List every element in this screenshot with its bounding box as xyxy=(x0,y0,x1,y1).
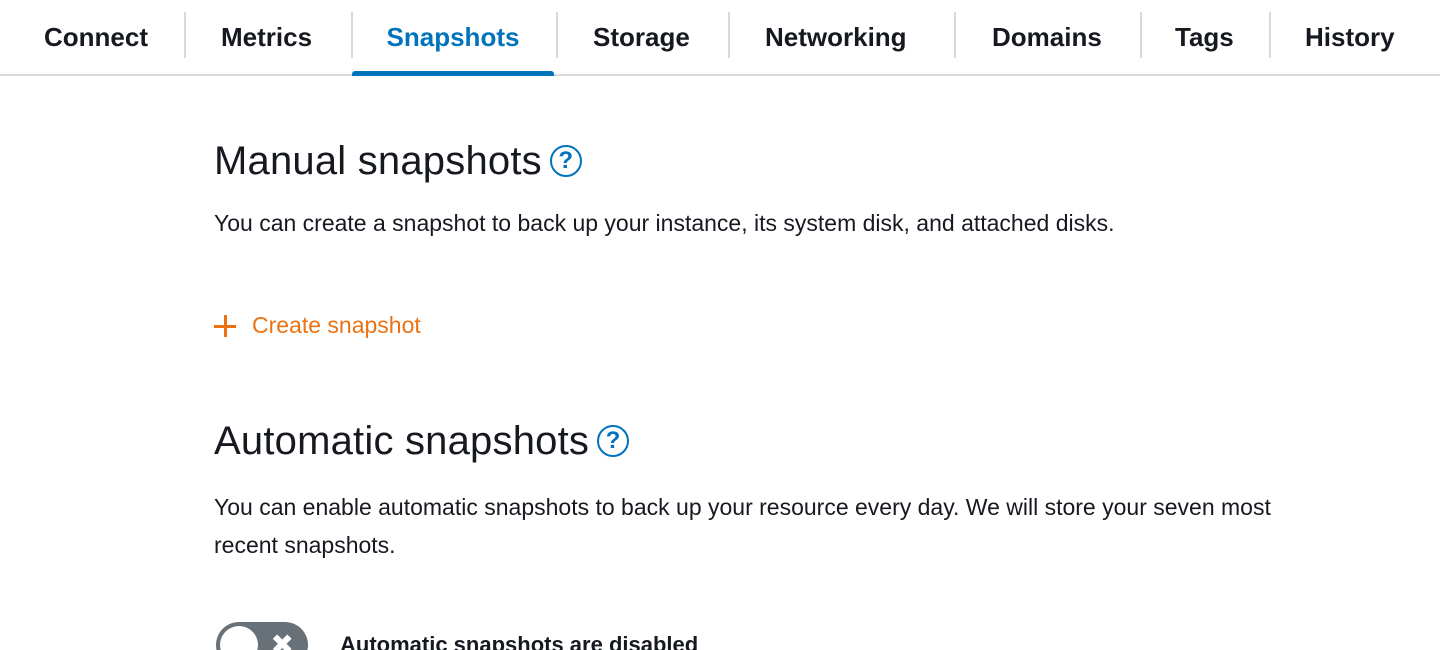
tab-storage[interactable]: Storage xyxy=(593,0,690,74)
question-circle-icon[interactable]: ? xyxy=(549,145,582,177)
tab-snapshots[interactable]: Snapshots xyxy=(352,0,554,76)
tab-tags[interactable]: Tags xyxy=(1175,0,1234,74)
tab-divider xyxy=(954,12,956,58)
tab-divider xyxy=(1269,12,1271,58)
question-circle-icon[interactable]: ? xyxy=(597,425,630,457)
tab-metrics[interactable]: Metrics xyxy=(221,0,312,74)
manual-snapshots-heading: Manual snapshots ? xyxy=(214,136,582,186)
tab-domains[interactable]: Domains xyxy=(992,0,1102,74)
snapshots-page: Connect Metrics Snapshots Storage Networ… xyxy=(0,0,1448,650)
tab-bar: Connect Metrics Snapshots Storage Networ… xyxy=(0,0,1440,76)
tab-divider xyxy=(184,12,186,58)
automatic-snapshots-status: Automatic snapshots are disabled xyxy=(340,632,699,650)
tab-divider xyxy=(1140,12,1142,58)
plus-icon xyxy=(214,314,236,337)
create-snapshot-label: Create snapshot xyxy=(252,312,421,338)
tab-divider xyxy=(556,12,558,58)
automatic-snapshots-heading: Automatic snapshots ? xyxy=(214,416,630,466)
x-icon: ✖ xyxy=(270,629,294,650)
tab-connect[interactable]: Connect xyxy=(44,0,148,74)
automatic-snapshots-toggle[interactable]: ✖ xyxy=(216,622,308,650)
tab-divider xyxy=(728,12,730,58)
tab-history[interactable]: History xyxy=(1305,0,1395,74)
automatic-snapshots-title: Automatic snapshots xyxy=(214,418,590,463)
create-snapshot-button[interactable]: Create snapshot xyxy=(214,312,421,339)
automatic-snapshots-toggle-row: ✖ Automatic snapshots are disabled xyxy=(216,622,698,650)
tab-networking[interactable]: Networking xyxy=(765,0,907,74)
automatic-snapshots-description: You can enable automatic snapshots to ba… xyxy=(214,494,1271,558)
toggle-knob xyxy=(220,626,258,650)
manual-snapshots-title: Manual snapshots xyxy=(214,138,542,183)
manual-snapshots-description: You can create a snapshot to back up you… xyxy=(214,210,1115,236)
